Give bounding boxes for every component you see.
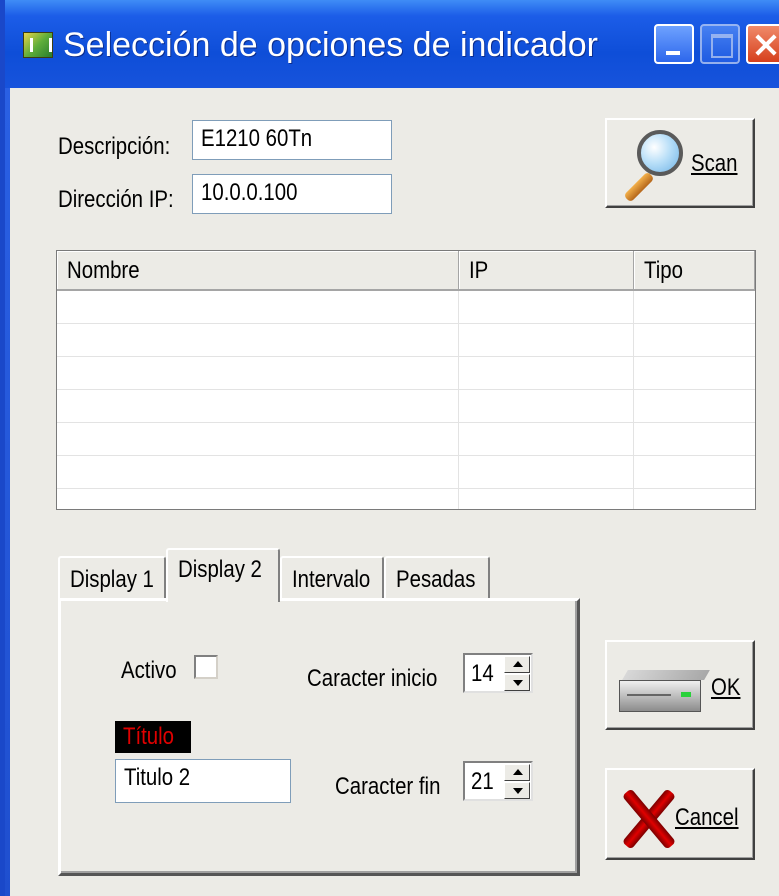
column-header-ip[interactable]: IP [459,251,634,291]
device-icon [615,670,710,714]
close-button[interactable] [746,24,779,64]
titulo-value: Titulo 2 [124,764,191,791]
titulo-label: Título [115,721,192,753]
indicator-list[interactable]: Nombre IP Tipo [56,250,756,510]
direccion-ip-input[interactable]: 10.0.0.100 [192,174,392,214]
caracter-fin-spinner[interactable]: 21 [463,761,533,801]
direccion-ip-label: Dirección IP: [58,186,174,213]
activo-checkbox[interactable] [194,655,218,679]
caracter-inicio-label: Caracter inicio [307,665,438,692]
descripcion-label: Descripción: [58,133,171,160]
caracter-inicio-down-arrow-icon[interactable] [504,674,530,691]
list-row[interactable] [57,390,755,423]
caracter-inicio-up-arrow-icon[interactable] [504,656,530,673]
list-header: Nombre IP Tipo [57,251,755,291]
maximize-button[interactable] [700,24,740,64]
list-row[interactable] [57,324,755,357]
caracter-fin-value: 21 [471,768,494,795]
titulo-input[interactable]: Titulo 2 [115,759,291,803]
cancel-button[interactable]: Cancel [605,768,755,860]
caracter-fin-label: Caracter fin [335,773,441,800]
caracter-fin-up-arrow-icon[interactable] [504,764,530,781]
minimize-button[interactable] [654,24,694,64]
tab-intervalo[interactable]: Intervalo [280,556,384,600]
caracter-inicio-value: 14 [471,660,494,687]
list-row[interactable] [57,423,755,456]
column-header-nombre[interactable]: Nombre [57,251,459,291]
caracter-inicio-spinner[interactable]: 14 [463,653,533,693]
display-2-panel: Activo Caracter inicio 14 Título Titulo … [58,598,580,876]
dialog-window: Selección de opciones de indicador Descr… [0,0,779,896]
descripcion-value: E1210 60Tn [201,125,313,152]
descripcion-input[interactable]: E1210 60Tn [192,120,392,160]
ok-button-label: OK [711,674,741,701]
activo-label: Activo [121,657,177,684]
caracter-fin-down-arrow-icon[interactable] [504,782,530,799]
title-bar[interactable]: Selección de opciones de indicador [5,0,779,88]
ok-button[interactable]: OK [605,640,755,730]
tab-display-1[interactable]: Display 1 [58,556,166,600]
direccion-ip-value: 10.0.0.100 [201,179,298,206]
tab-display-2[interactable]: Display 2 [166,548,280,602]
list-row[interactable] [57,456,755,489]
cancel-x-icon [619,788,679,848]
window-title: Selección de opciones de indicador [63,26,598,64]
list-row[interactable] [57,357,755,390]
scan-button[interactable]: Scan [605,118,755,208]
scan-button-label: Scan [691,150,738,177]
magnifier-icon [615,130,685,203]
list-row[interactable] [57,291,755,324]
app-icon [23,32,53,58]
column-header-tipo[interactable]: Tipo [634,251,755,291]
tab-pesadas[interactable]: Pesadas [384,556,490,600]
dialog-body: Descripción: E1210 60Tn Dirección IP: 10… [10,88,779,896]
list-row[interactable] [57,489,755,509]
cancel-button-label: Cancel [675,804,739,831]
